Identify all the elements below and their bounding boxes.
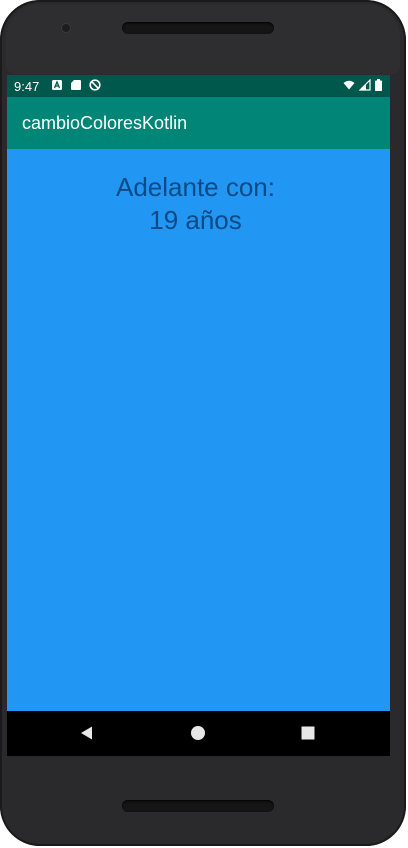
phone-frame: 9:47 cambioColoresKotlin Adelante con: 1…	[0, 0, 406, 846]
sync-blocked-icon	[89, 79, 101, 91]
message-line-2: 19 años	[149, 205, 242, 235]
bottom-speaker	[122, 800, 274, 812]
status-time: 9:47	[14, 79, 40, 94]
a-notification-icon	[52, 80, 62, 90]
sd-card-icon	[71, 80, 81, 90]
app-title: cambioColoresKotlin	[22, 113, 188, 133]
signal-icon	[359, 79, 371, 91]
status-notification-icons	[51, 79, 101, 91]
back-icon	[81, 726, 92, 740]
app-bar: cambioColoresKotlin	[7, 97, 390, 149]
home-button[interactable]	[186, 721, 210, 745]
home-icon	[191, 726, 205, 740]
earpiece-speaker	[122, 22, 274, 34]
recents-icon	[301, 726, 315, 740]
navigation-bar	[7, 711, 390, 756]
recents-button[interactable]	[296, 721, 320, 745]
status-system-icons	[343, 79, 382, 91]
back-button[interactable]	[75, 721, 99, 745]
battery-icon	[375, 79, 382, 91]
status-bar: 9:47	[7, 75, 390, 97]
age-message: Adelante con: 19 años	[7, 171, 384, 237]
wifi-icon	[343, 80, 355, 90]
phone-bezel-top	[6, 4, 400, 74]
message-line-1: Adelante con:	[115, 172, 275, 202]
device-screen: 9:47 cambioColoresKotlin Adelante con: 1…	[7, 75, 390, 756]
main-content: Adelante con: 19 años	[7, 149, 390, 711]
front-camera	[62, 24, 70, 32]
